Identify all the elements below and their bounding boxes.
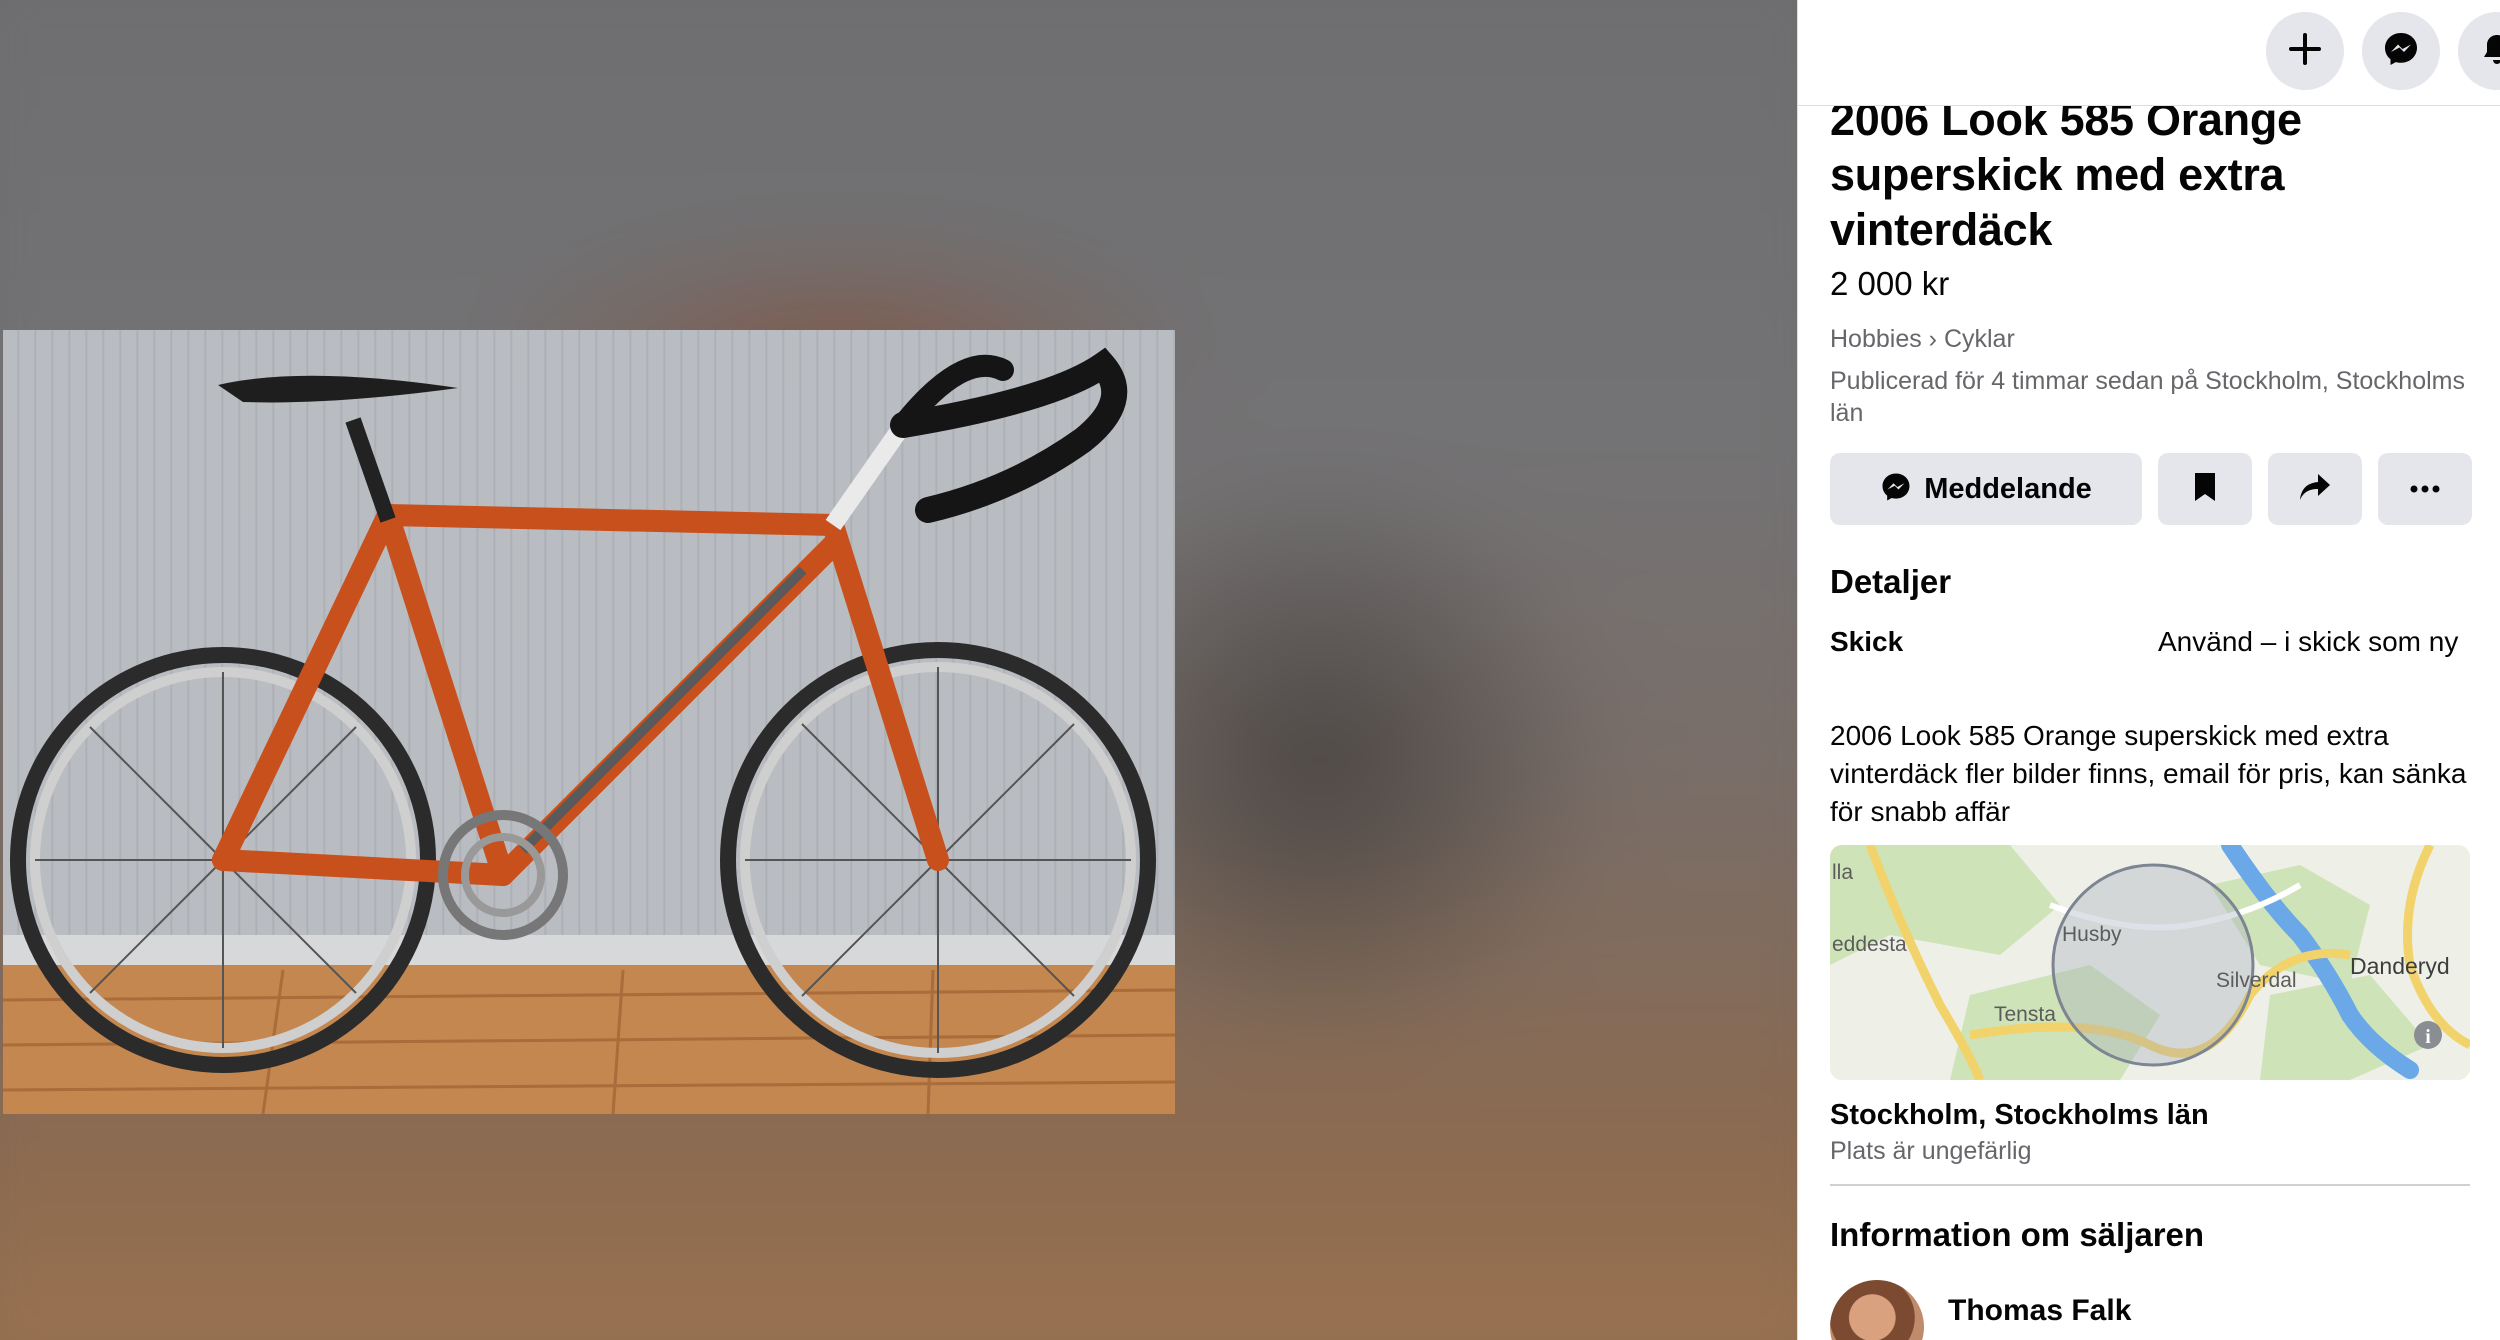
seller-name[interactable]: Thomas Falk [1948,1294,2131,1328]
messenger-icon [2382,30,2420,73]
save-button[interactable] [2158,453,2252,525]
share-button[interactable] [2268,453,2362,525]
map-label: lla [1832,861,1854,884]
map-label: Tensta [1994,1003,2056,1026]
action-bar: Meddelande [1830,453,2472,525]
listing-content: 2006 Look 585 Orange superskick med extr… [1830,92,2472,1340]
map-label: Silverdal [2216,969,2297,992]
listing-panel: 2006 Look 585 Orange superskick med extr… [1797,0,2500,1340]
condition-row: Skick Använd – i skick som ny [1830,623,2470,703]
messenger-button[interactable] [2362,12,2440,90]
listing-description: 2006 Look 585 Orange superskick med extr… [1830,720,2467,827]
bookmark-icon [2192,471,2218,508]
more-icon [2410,480,2440,498]
bell-icon [2480,32,2500,71]
category-breadcrumb[interactable]: Hobbies › Cyklar [1830,323,2470,355]
plus-icon [2288,32,2322,71]
condition-value: Använd – i skick som ny [2158,626,2459,657]
bicycle-image [3,347,1175,1114]
condition-label: Skick [1830,626,1904,657]
map-label: Danderyd [2350,953,2450,979]
location-map[interactable]: i lla eddesta Husby Silverdal Danderyd T… [1830,845,2470,1080]
messenger-icon [1880,471,1912,508]
listing-price: 2 000 kr [1830,265,1950,302]
seller-row[interactable]: Thomas Falk [1830,1280,2470,1340]
notifications-button[interactable] [2458,12,2500,90]
location-note: Plats är ungefärlig [1830,1137,2032,1165]
seller-heading: Information om säljaren [1830,1216,2205,1253]
more-options-button[interactable] [2378,453,2472,525]
message-button-label: Meddelande [1924,472,2092,505]
share-icon [2298,472,2332,507]
section-divider [1830,1184,2470,1186]
location-name[interactable]: Stockholm, Stockholms län [1830,1096,2470,1134]
info-icon[interactable]: i [2425,1026,2431,1048]
map-label: Husby [2062,923,2122,946]
seller-avatar[interactable] [1830,1280,1924,1340]
details-heading: Detaljer [1830,563,1952,600]
top-navigation-bar [1798,0,2500,106]
media-viewer [0,0,1797,1340]
map-label: eddesta [1832,933,1907,956]
message-button[interactable]: Meddelande [1830,453,2142,525]
listing-title: 2006 Look 585 Orange superskick med extr… [1830,94,2302,255]
published-info: Publicerad för 4 timmar sedan på Stockho… [1830,367,2465,427]
create-button[interactable] [2266,12,2344,90]
listing-photo[interactable] [3,330,1175,1114]
